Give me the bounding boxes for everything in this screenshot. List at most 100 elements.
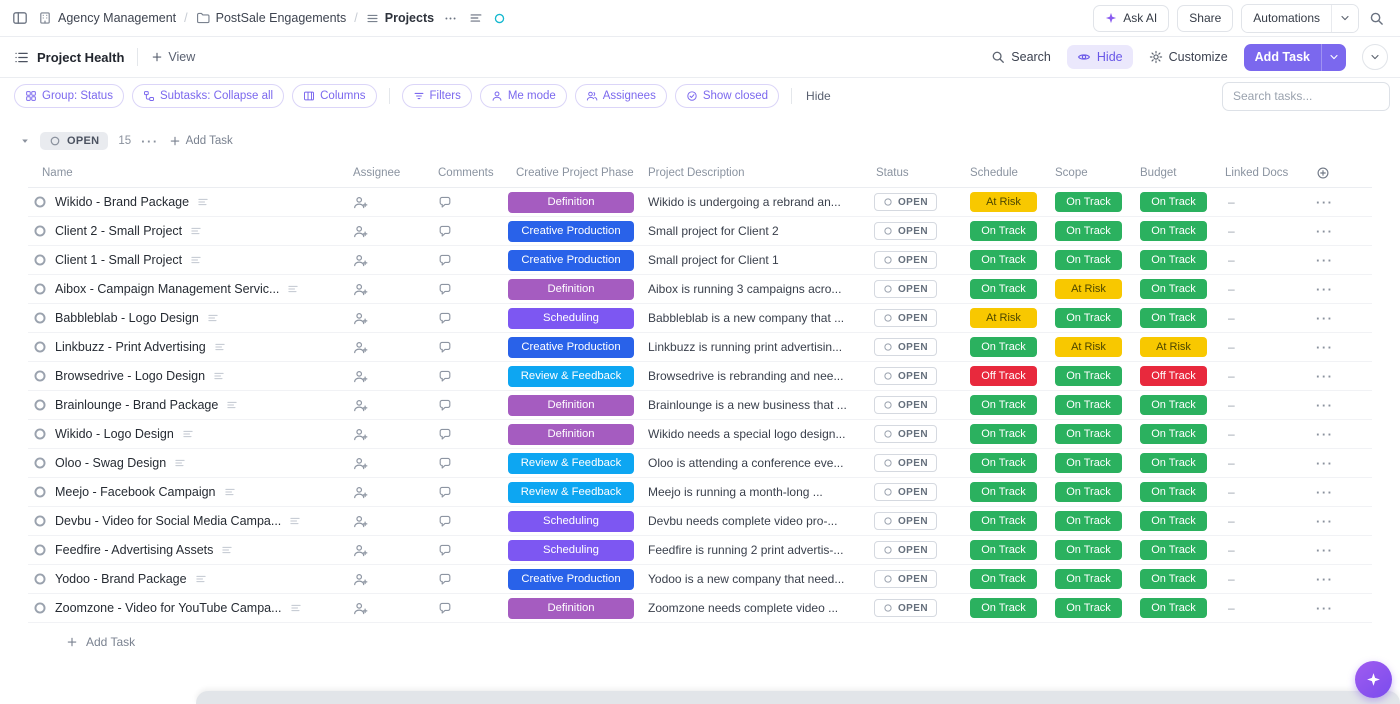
status-pill[interactable]: OPEN bbox=[874, 570, 937, 588]
budget-pill[interactable]: Off Track bbox=[1140, 366, 1207, 386]
add-assignee-icon[interactable] bbox=[353, 282, 368, 297]
row-more-button[interactable]: ··· bbox=[1316, 456, 1334, 471]
group-more-button[interactable]: ··· bbox=[141, 134, 159, 149]
table-row[interactable]: Aibox - Campaign Management Servic... De… bbox=[28, 275, 1372, 304]
project-description[interactable]: Small project for Client 1 bbox=[648, 253, 779, 267]
comment-icon[interactable] bbox=[438, 282, 452, 296]
task-name[interactable]: Client 2 - Small Project bbox=[55, 224, 182, 238]
schedule-pill[interactable]: On Track bbox=[970, 221, 1037, 241]
column-header-assignee[interactable]: Assignee bbox=[345, 167, 430, 179]
task-search-input[interactable] bbox=[1222, 81, 1390, 111]
breadcrumb-more-button[interactable] bbox=[442, 10, 459, 27]
budget-pill[interactable]: On Track bbox=[1140, 540, 1207, 560]
add-assignee-icon[interactable] bbox=[353, 543, 368, 558]
table-row[interactable]: Feedfire - Advertising Assets Scheduling… bbox=[28, 536, 1372, 565]
task-name[interactable]: Feedfire - Advertising Assets bbox=[55, 543, 213, 557]
scope-pill[interactable]: On Track bbox=[1055, 453, 1122, 473]
comment-icon[interactable] bbox=[438, 195, 452, 209]
task-name[interactable]: Devbu - Video for Social Media Campa... bbox=[55, 514, 281, 528]
status-pill[interactable]: OPEN bbox=[874, 396, 937, 414]
budget-pill[interactable]: On Track bbox=[1140, 250, 1207, 270]
project-description[interactable]: Wikido needs a special logo design... bbox=[648, 427, 845, 441]
row-more-button[interactable]: ··· bbox=[1316, 427, 1334, 442]
group-by-pill[interactable]: Group: Status bbox=[14, 84, 124, 108]
status-pill[interactable]: OPEN bbox=[874, 425, 937, 443]
task-name[interactable]: Meejo - Facebook Campaign bbox=[55, 485, 216, 499]
status-pill[interactable]: OPEN bbox=[874, 251, 937, 269]
comment-icon[interactable] bbox=[438, 253, 452, 267]
budget-pill[interactable]: On Track bbox=[1140, 424, 1207, 444]
project-description[interactable]: Feedfire is running 2 print advertis-... bbox=[648, 543, 843, 557]
phase-pill[interactable]: Review & Feedback bbox=[508, 481, 634, 503]
add-assignee-icon[interactable] bbox=[353, 224, 368, 239]
status-pill[interactable]: OPEN bbox=[874, 367, 937, 385]
task-name[interactable]: Yodoo - Brand Package bbox=[55, 572, 187, 586]
table-row[interactable]: Wikido - Brand Package Definition Wikido… bbox=[28, 188, 1372, 217]
customize-button[interactable]: Customize bbox=[1149, 50, 1228, 64]
budget-pill[interactable]: At Risk bbox=[1140, 337, 1207, 357]
comment-icon[interactable] bbox=[438, 543, 452, 557]
budget-pill[interactable]: On Track bbox=[1140, 569, 1207, 589]
hide-button[interactable]: Hide bbox=[806, 89, 831, 103]
project-description[interactable]: Meejo is running a month-long ... bbox=[648, 485, 823, 499]
share-button[interactable]: Share bbox=[1177, 4, 1234, 32]
schedule-pill[interactable]: On Track bbox=[970, 598, 1037, 618]
task-status-icon[interactable] bbox=[33, 601, 47, 615]
budget-pill[interactable]: On Track bbox=[1140, 598, 1207, 618]
row-more-button[interactable]: ··· bbox=[1316, 572, 1334, 587]
status-pill[interactable]: OPEN bbox=[874, 512, 937, 530]
phase-pill[interactable]: Definition bbox=[508, 597, 634, 619]
add-assignee-icon[interactable] bbox=[353, 601, 368, 616]
search-button[interactable]: Search bbox=[991, 50, 1051, 64]
schedule-pill[interactable]: On Track bbox=[970, 250, 1037, 270]
budget-pill[interactable]: On Track bbox=[1140, 453, 1207, 473]
comment-icon[interactable] bbox=[438, 572, 452, 586]
row-more-button[interactable]: ··· bbox=[1316, 253, 1334, 268]
schedule-pill[interactable]: On Track bbox=[970, 569, 1037, 589]
table-row[interactable]: Meejo - Facebook Campaign Review & Feedb… bbox=[28, 478, 1372, 507]
task-status-icon[interactable] bbox=[33, 195, 47, 209]
project-description[interactable]: Browsedrive is rebranding and nee... bbox=[648, 369, 843, 383]
task-status-icon[interactable] bbox=[33, 485, 47, 499]
column-header-schedule[interactable]: Schedule bbox=[962, 167, 1047, 179]
status-pill[interactable]: OPEN bbox=[874, 483, 937, 501]
status-pill[interactable]: OPEN bbox=[874, 280, 937, 298]
add-assignee-icon[interactable] bbox=[353, 340, 368, 355]
task-status-icon[interactable] bbox=[33, 456, 47, 470]
project-description[interactable]: Yodoo is a new company that need... bbox=[648, 572, 844, 586]
phase-pill[interactable]: Review & Feedback bbox=[508, 452, 634, 474]
schedule-pill[interactable]: On Track bbox=[970, 279, 1037, 299]
scope-pill[interactable]: On Track bbox=[1055, 395, 1122, 415]
schedule-pill[interactable]: On Track bbox=[970, 337, 1037, 357]
comment-icon[interactable] bbox=[438, 601, 452, 615]
column-header-linked-docs[interactable]: Linked Docs bbox=[1217, 167, 1300, 179]
schedule-pill[interactable]: At Risk bbox=[970, 308, 1037, 328]
add-assignee-icon[interactable] bbox=[353, 195, 368, 210]
budget-pill[interactable]: On Track bbox=[1140, 482, 1207, 502]
filters-pill[interactable]: Filters bbox=[401, 84, 472, 108]
task-name[interactable]: Oloo - Swag Design bbox=[55, 456, 166, 470]
comment-icon[interactable] bbox=[438, 456, 452, 470]
schedule-pill[interactable]: On Track bbox=[970, 424, 1037, 444]
task-name[interactable]: Wikido - Logo Design bbox=[55, 427, 174, 441]
project-description[interactable]: Aibox is running 3 campaigns acro... bbox=[648, 282, 841, 296]
task-name[interactable]: Brainlounge - Brand Package bbox=[55, 398, 218, 412]
breadcrumb-workspace[interactable]: Agency Management bbox=[38, 11, 176, 25]
row-more-button[interactable]: ··· bbox=[1316, 195, 1334, 210]
budget-pill[interactable]: On Track bbox=[1140, 395, 1207, 415]
project-description[interactable]: Devbu needs complete video pro-... bbox=[648, 514, 837, 528]
table-row[interactable]: Zoomzone - Video for YouTube Campa... De… bbox=[28, 594, 1372, 623]
add-assignee-icon[interactable] bbox=[353, 427, 368, 442]
phase-pill[interactable]: Definition bbox=[508, 191, 634, 213]
task-status-icon[interactable] bbox=[33, 224, 47, 238]
breadcrumb-folder[interactable]: PostSale Engagements bbox=[196, 11, 346, 25]
phase-pill[interactable]: Review & Feedback bbox=[508, 365, 634, 387]
add-task-button[interactable]: Add Task bbox=[1244, 44, 1321, 71]
row-more-button[interactable]: ··· bbox=[1316, 514, 1334, 529]
phase-pill[interactable]: Definition bbox=[508, 394, 634, 416]
row-more-button[interactable]: ··· bbox=[1316, 398, 1334, 413]
table-row[interactable]: Brainlounge - Brand Package Definition B… bbox=[28, 391, 1372, 420]
task-status-icon[interactable] bbox=[33, 427, 47, 441]
row-more-button[interactable]: ··· bbox=[1316, 601, 1334, 616]
table-row[interactable]: Babbleblab - Logo Design Scheduling Babb… bbox=[28, 304, 1372, 333]
